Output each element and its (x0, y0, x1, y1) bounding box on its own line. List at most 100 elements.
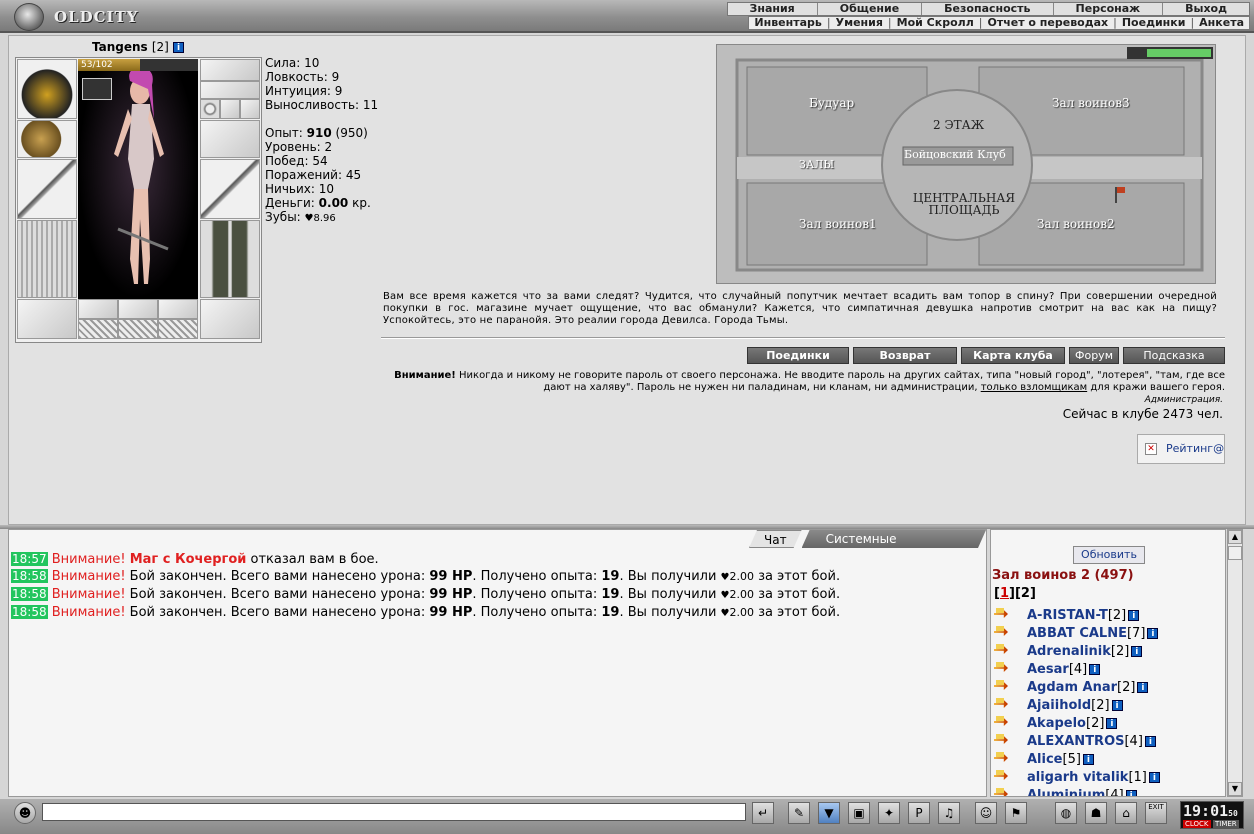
submenu-skills[interactable]: Умения (831, 17, 888, 29)
filter-icon[interactable]: ▼ (818, 802, 840, 824)
ring-slot-2[interactable] (220, 99, 240, 119)
forum-button[interactable]: Форум (1069, 347, 1119, 364)
fight-arrow-icon[interactable] (994, 770, 1016, 784)
ring-slot-1[interactable] (200, 99, 220, 119)
info-icon[interactable]: i (1131, 645, 1143, 657)
monitor-icon[interactable]: ▣ (848, 802, 870, 824)
info-icon[interactable]: i (1137, 681, 1149, 693)
weapon-right-slot[interactable] (200, 159, 260, 219)
page-1[interactable]: 1 (1000, 586, 1009, 601)
info-icon[interactable]: i (1144, 735, 1156, 747)
fight-arrow-icon[interactable] (994, 788, 1016, 796)
emoticon-icon[interactable]: ☺ (975, 802, 997, 824)
info-icon[interactable]: i (1106, 717, 1118, 729)
rune-slot-3[interactable] (158, 299, 198, 319)
fight-arrow-icon[interactable] (994, 608, 1016, 622)
submenu-inventory[interactable]: Инвентарь (749, 17, 826, 29)
player-name[interactable]: Agdam Anar (1027, 680, 1117, 695)
club-map-button[interactable]: Карта клуба (961, 347, 1065, 364)
info-icon[interactable]: i (1089, 663, 1101, 675)
tab-system-messages[interactable]: Системные сообщения (802, 530, 986, 548)
ring-icon-slot[interactable] (82, 78, 112, 100)
scroll-up-icon[interactable]: ▲ (1228, 530, 1242, 544)
armor-slot[interactable] (17, 220, 77, 298)
fight-arrow-icon[interactable] (994, 680, 1016, 694)
map-room-warriors3[interactable]: Зал воинов3 (1052, 96, 1130, 110)
menu-communication[interactable]: Общение (816, 3, 921, 15)
player-name[interactable]: ABBAT CALNE (1027, 626, 1127, 641)
player-name[interactable]: aligarh vitalik (1027, 770, 1128, 785)
lock-icon[interactable]: ⌂ (1115, 802, 1137, 824)
map-room-floor2[interactable]: 2 ЭТАЖ (933, 118, 984, 132)
helmet-slot[interactable] (17, 59, 77, 119)
send-icon[interactable]: ↵ (752, 802, 774, 824)
info-icon[interactable]: i (1148, 771, 1160, 783)
clan-icon[interactable]: ⚑ (1005, 802, 1027, 824)
earrings-slot[interactable] (200, 59, 260, 81)
fight-arrow-icon[interactable] (994, 752, 1016, 766)
belt-slot[interactable] (17, 299, 77, 339)
timer-button[interactable]: TIMER (1213, 820, 1239, 828)
boots-slot[interactable] (200, 299, 260, 339)
gloves-slot[interactable] (200, 120, 260, 158)
scroll-down-icon[interactable]: ▼ (1228, 782, 1242, 796)
smiley-face-icon[interactable]: ☻ (14, 802, 36, 824)
scroll-thumb[interactable] (1228, 546, 1242, 560)
player-name[interactable]: Akapelo (1027, 716, 1086, 731)
fight-arrow-icon[interactable] (994, 698, 1016, 712)
submenu-duels[interactable]: Поединки (1117, 17, 1191, 29)
menu-character[interactable]: Персонаж (1052, 3, 1163, 15)
player-name[interactable]: Ajaiihold (1027, 698, 1091, 713)
fight-arrow-icon[interactable] (994, 644, 1016, 658)
info-icon[interactable]: i (173, 42, 185, 53)
player-name[interactable]: Aluminium (1027, 788, 1105, 797)
info-icon[interactable]: i (1082, 753, 1094, 765)
fight-arrow-icon[interactable] (994, 734, 1016, 748)
fight-arrow-icon[interactable] (994, 716, 1016, 730)
info-icon[interactable]: i (1128, 609, 1140, 621)
ring-slot-3[interactable] (240, 99, 260, 119)
player-name[interactable]: Alice (1027, 752, 1063, 767)
map-room-central-square[interactable]: ЦЕНТРАЛЬНАЯ ПЛОЩАДЬ (909, 192, 1019, 216)
hackers-link[interactable]: только взломщикам (981, 382, 1087, 393)
return-button[interactable]: Возврат (853, 347, 957, 364)
rune-slot-1[interactable] (78, 299, 118, 319)
player-name[interactable]: Aesar (1027, 662, 1069, 677)
weapon-left-slot[interactable] (17, 159, 77, 219)
info-icon[interactable]: i (1147, 627, 1159, 639)
menu-security[interactable]: Безопасность (921, 3, 1052, 15)
eraser-icon[interactable]: ✎ (788, 802, 810, 824)
hint-button[interactable]: Подсказка (1123, 347, 1225, 364)
rune-slot-5[interactable] (118, 319, 158, 339)
rune-slot-4[interactable] (78, 319, 118, 339)
map-room-halls[interactable]: ЗАЛЫ (799, 158, 834, 171)
player-name[interactable]: A-RISTAN-T (1027, 608, 1108, 623)
tab-chat[interactable]: Чат (749, 530, 802, 548)
submenu-my-scroll[interactable]: Мой Скролл (892, 17, 979, 29)
exit-icon[interactable]: EXIT (1145, 802, 1167, 824)
private-log-icon[interactable]: P (908, 802, 930, 824)
bracers-slot[interactable] (17, 120, 77, 158)
rune-slot-6[interactable] (158, 319, 198, 339)
submenu-profile[interactable]: Анкета (1194, 17, 1249, 29)
refresh-button[interactable]: Обновить (1073, 546, 1145, 564)
player-name[interactable]: ALEXANTROS (1027, 734, 1124, 749)
menu-exit[interactable]: Выход (1162, 3, 1249, 15)
player-name[interactable]: Adrenalinik (1027, 644, 1111, 659)
info-icon[interactable]: i (1125, 789, 1137, 796)
map-room-warriors1[interactable]: Зал воинов1 (799, 217, 877, 231)
chat-input[interactable] (42, 803, 746, 821)
sound-icon[interactable]: ♫ (938, 802, 960, 824)
info-icon[interactable]: i (1111, 699, 1123, 711)
action-icon[interactable]: ✦ (878, 802, 900, 824)
page-2[interactable]: 2 (1021, 586, 1030, 601)
duels-button[interactable]: Поединки (747, 347, 849, 364)
bag-icon[interactable]: ◍ (1055, 802, 1077, 824)
clock-button[interactable]: CLOCK (1183, 820, 1211, 828)
fight-arrow-icon[interactable] (994, 662, 1016, 676)
fight-arrow-icon[interactable] (994, 626, 1016, 640)
menu-knowledge[interactable]: Знания (728, 3, 817, 15)
amulet-slot[interactable] (200, 81, 260, 99)
map-room-fight-club[interactable]: Бойцовский Клуб (904, 148, 1006, 161)
scrollbar[interactable]: ▲ ▼ (1227, 529, 1243, 797)
